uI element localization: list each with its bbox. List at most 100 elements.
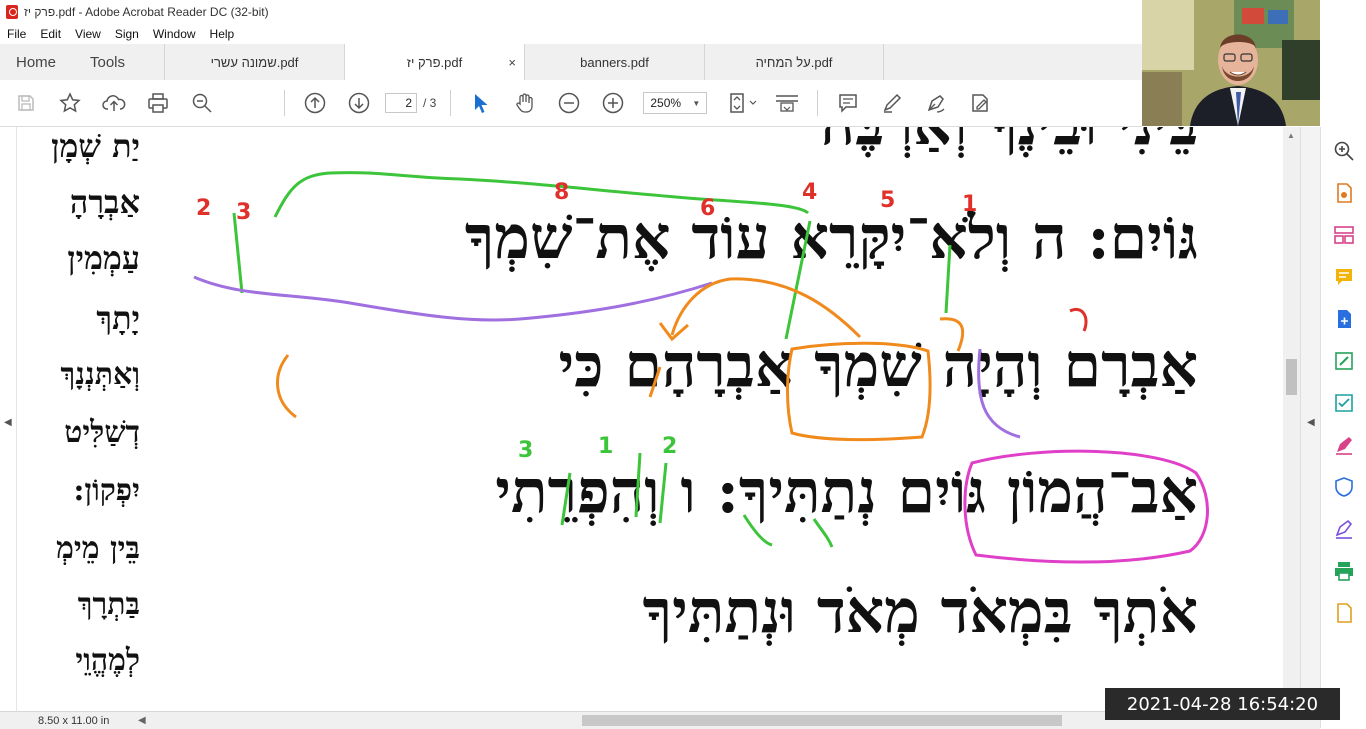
- rail-create-pdf-button[interactable]: [1321, 301, 1366, 337]
- rail-export-pdf-button[interactable]: [1321, 175, 1366, 211]
- window-title: פרק יז.pdf - Adobe Acrobat Reader DC (32…: [24, 5, 269, 19]
- previous-page-button[interactable]: [297, 85, 333, 121]
- search-icon: [192, 93, 212, 113]
- pink-box-annotation: [963, 449, 1209, 564]
- comment-button[interactable]: [830, 85, 866, 121]
- scroll-mode-icon: [776, 95, 799, 112]
- annotation-number: 3: [236, 200, 251, 225]
- annotation-number: 4: [802, 180, 817, 205]
- green-stroke-annotation: [634, 452, 642, 518]
- rail-print-production-button[interactable]: [1321, 553, 1366, 589]
- menu-sign[interactable]: Sign: [108, 27, 146, 41]
- print-production-icon: [1335, 562, 1353, 581]
- doc-tab-shmoneh-esrei[interactable]: שמונה עשרי.pdf: [164, 44, 344, 80]
- draw-button[interactable]: [918, 85, 954, 121]
- annotation-number: 2: [196, 196, 211, 221]
- toolbar-separator: [450, 90, 452, 116]
- tab-home[interactable]: Home: [0, 44, 74, 80]
- close-tab-icon[interactable]: ×: [508, 55, 516, 70]
- doc-tab-banners[interactable]: banners.pdf: [524, 44, 704, 80]
- print-button[interactable]: [140, 85, 176, 121]
- green-divider-annotation: [232, 212, 244, 294]
- document-view[interactable]: ◀ יַת שְׁמָן אַבְרָהָ עַמְמִין יָתָךְ וְ…: [0, 127, 1300, 711]
- chevron-left-icon[interactable]: ◀: [1307, 417, 1315, 428]
- scroll-left-icon[interactable]: ◀: [138, 715, 158, 726]
- green-check-annotation: [742, 514, 773, 547]
- tools-pane: [1320, 127, 1366, 728]
- rail-organize-pages-button[interactable]: [1321, 217, 1366, 253]
- hand-tool-button[interactable]: [507, 85, 543, 121]
- fill-sign-button[interactable]: [962, 85, 998, 121]
- rail-protect-button[interactable]: [1321, 469, 1366, 505]
- printer-icon: [148, 93, 168, 113]
- rail-sign-button[interactable]: [1321, 511, 1366, 547]
- share-upload-button[interactable]: [96, 85, 132, 121]
- save-icon: [18, 95, 34, 111]
- orange-stroke-annotation: [648, 366, 662, 398]
- bookmark-star-button[interactable]: [52, 85, 88, 121]
- doc-tab-perek-17[interactable]: פרק יז.pdf ×: [344, 44, 524, 81]
- arrow-down-circle-icon: [348, 92, 370, 114]
- rail-comment-button[interactable]: [1321, 259, 1366, 295]
- green-stroke-annotation: [658, 462, 668, 524]
- find-button[interactable]: [184, 85, 220, 121]
- menu-bar: File Edit View Sign Window Help: [0, 24, 1142, 44]
- recording-timestamp: 2021-04-28 16:54:20: [1105, 688, 1340, 720]
- highlighter-pen-icon: [883, 93, 902, 113]
- annotation-number: 8: [554, 180, 569, 205]
- annotation-number: 6: [700, 196, 715, 221]
- orange-box-annotation: [786, 341, 932, 442]
- rail-zoom-search-button[interactable]: [1321, 133, 1366, 169]
- pen-nib-icon: [928, 95, 945, 113]
- zoom-level-select[interactable]: 250% ▼: [643, 92, 708, 114]
- rail-edit-pdf-button[interactable]: [1321, 343, 1366, 379]
- doc-tab-label: על המחיה.pdf: [755, 54, 833, 70]
- doc-tab-label: שמונה עשרי.pdf: [210, 54, 299, 70]
- rail-fill-sign-button[interactable]: [1321, 427, 1366, 463]
- vertical-scroll-thumb[interactable]: [1286, 359, 1297, 395]
- zoom-out-button[interactable]: [551, 85, 587, 121]
- rail-enhance-scans-button[interactable]: [1321, 385, 1366, 421]
- comment-icon: [1336, 269, 1352, 285]
- toolbar-separator: [284, 90, 285, 116]
- menu-help[interactable]: Help: [203, 27, 242, 41]
- star-icon: [59, 92, 81, 113]
- orange-arrow-annotation: [939, 317, 964, 352]
- horizontal-scroll-thumb[interactable]: [582, 715, 1062, 726]
- zoom-in-button[interactable]: [595, 85, 631, 121]
- orange-bracket-annotation: [276, 354, 297, 419]
- menu-window[interactable]: Window: [146, 27, 203, 41]
- vertical-scrollbar[interactable]: ▲: [1283, 127, 1300, 711]
- green-stroke-annotation: [560, 472, 572, 526]
- green-check-annotation: [812, 518, 834, 548]
- comment-icon: [839, 94, 858, 113]
- enhance-scans-icon: [1335, 394, 1353, 412]
- select-tool-button[interactable]: [463, 85, 499, 121]
- zoom-search-icon: [1334, 141, 1354, 161]
- right-panel-collapse-strip[interactable]: ◀: [1300, 127, 1321, 711]
- rail-more-tools-button[interactable]: [1321, 595, 1366, 631]
- title-bar: פרק יז.pdf - Adobe Acrobat Reader DC (32…: [0, 0, 1142, 24]
- fill-sign-icon: [1336, 437, 1352, 455]
- highlight-button[interactable]: [874, 85, 910, 121]
- toolbar: 2 / 3 250% ▼: [0, 80, 1142, 127]
- page-number-input[interactable]: 2: [385, 93, 417, 113]
- menu-view[interactable]: View: [68, 27, 108, 41]
- zoom-level-value: 250%: [650, 96, 682, 110]
- edit-pdf-icon: [1335, 352, 1353, 370]
- next-page-button[interactable]: [341, 85, 377, 121]
- scrolling-mode-button[interactable]: [769, 85, 805, 121]
- tab-tools[interactable]: Tools: [74, 44, 164, 80]
- scroll-up-icon[interactable]: ▲: [1287, 131, 1295, 140]
- green-divider-annotation: [944, 244, 952, 314]
- hand-icon: [516, 93, 533, 113]
- export-pdf-icon: [1337, 183, 1352, 203]
- menu-edit[interactable]: Edit: [33, 27, 68, 41]
- save-button[interactable]: [8, 85, 44, 121]
- pdf-app-icon: [6, 5, 18, 19]
- page-total-label: / 3: [423, 96, 437, 110]
- purple-underline-annotation: [193, 275, 713, 322]
- doc-tab-al-hamichya[interactable]: על המחיה.pdf: [704, 44, 884, 80]
- page-fit-button[interactable]: [725, 85, 761, 121]
- menu-file[interactable]: File: [0, 27, 33, 41]
